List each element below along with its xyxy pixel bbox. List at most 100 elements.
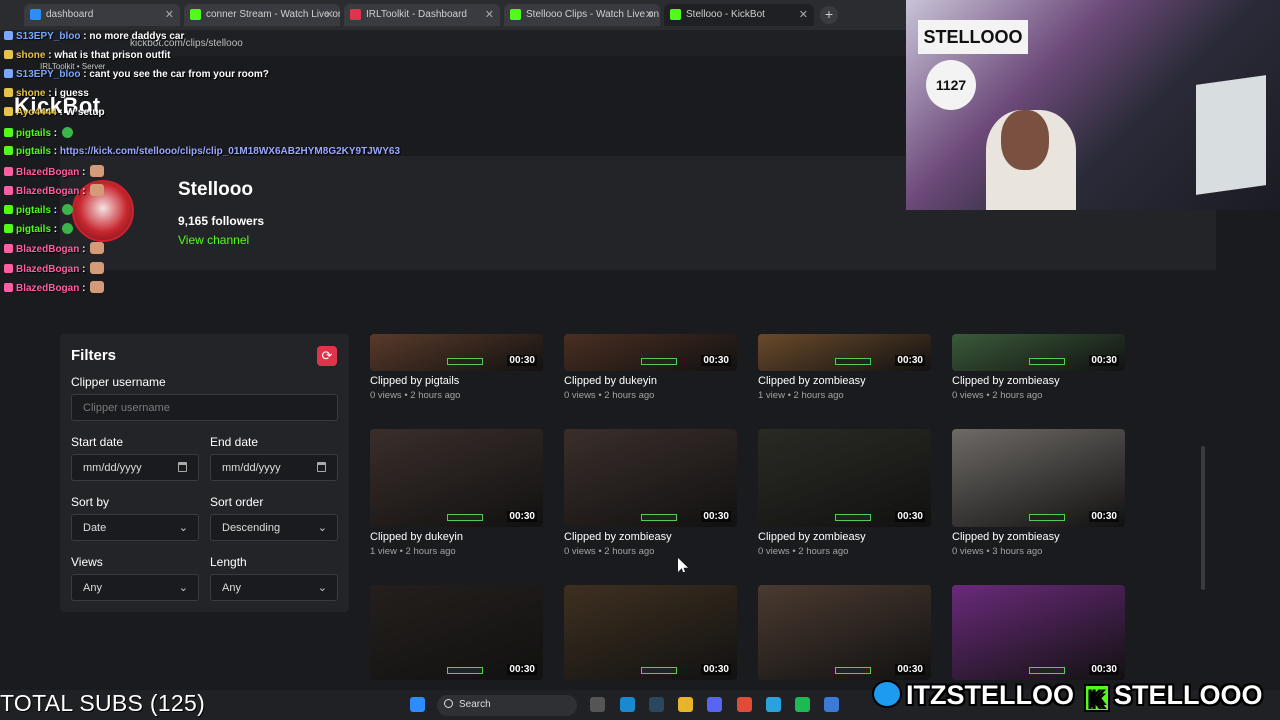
edge-icon[interactable] (620, 697, 635, 712)
scrollbar[interactable] (1201, 446, 1205, 590)
user-badge-icon (4, 146, 13, 155)
clip-title[interactable]: Clipped by dukeyin (564, 375, 657, 387)
webcam-feed: STELLOOO 1127 (906, 0, 1280, 210)
clip-title[interactable]: Clipped by zombieasy (952, 531, 1060, 543)
watermark-icon (447, 667, 483, 674)
browser-tab-2[interactable]: IRLToolkit - Dashboard ✕ (344, 4, 500, 26)
clip-title[interactable]: Clipped by zombieasy (564, 531, 672, 543)
watermark-icon (641, 667, 677, 674)
telegram-icon[interactable] (766, 697, 781, 712)
tab-favicon (350, 9, 361, 20)
clip-thumbnail[interactable]: 00:30 (370, 585, 543, 680)
browser-tab-1[interactable]: conner Stream - Watch Live on ✕ (184, 4, 340, 26)
twitter-handle: ITZSTELLOO (906, 680, 1074, 710)
clip-thumbnail[interactable]: 00:30 (370, 429, 543, 527)
reset-filters-button[interactable]: ⟳ (317, 346, 337, 366)
sort-order-select[interactable]: Descending ⌄ (210, 514, 338, 541)
clip-thumbnail[interactable]: 00:30 (564, 585, 737, 680)
clip-duration: 00:30 (1089, 355, 1119, 366)
discord-icon[interactable] (707, 697, 722, 712)
start-date-label: Start date (71, 435, 124, 449)
clip-thumbnail[interactable]: 00:30 (758, 585, 931, 680)
views-select[interactable]: Any ⌄ (71, 574, 199, 601)
user-badge-icon (4, 128, 13, 137)
calendar-icon[interactable] (317, 462, 326, 472)
chevron-down-icon: ⌄ (178, 522, 188, 534)
clip-duration: 00:30 (701, 511, 731, 522)
view-channel-link[interactable]: View channel (178, 233, 249, 247)
new-tab-button[interactable]: + (820, 6, 838, 24)
taskbar-search[interactable]: Search (437, 695, 577, 716)
kick-handle: STELLOOO (1114, 680, 1263, 710)
chat-message: S13EPY_bloo : no more daddys car (4, 31, 184, 42)
chat-message: BlazedBogan : (4, 165, 105, 178)
channel-name: Stellooo (178, 179, 253, 200)
clip-thumbnail[interactable]: 00:30 (564, 334, 737, 371)
emote-icon (90, 281, 105, 293)
follower-count: 9,165 followers (178, 214, 265, 228)
clip-duration: 00:30 (895, 664, 925, 675)
chat-username: pigtails (16, 128, 52, 139)
webcam-monitor (1196, 75, 1266, 195)
emote-icon (90, 242, 105, 254)
windows-start-icon[interactable] (410, 697, 425, 712)
chat-username: BlazedBogan (16, 167, 80, 178)
clip-thumbnail[interactable]: 00:30 (564, 429, 737, 527)
close-icon[interactable]: ✕ (799, 8, 808, 21)
clip-thumbnail[interactable]: 00:30 (370, 334, 543, 371)
settings-icon[interactable] (590, 697, 605, 712)
chat-username: pigtails (16, 224, 52, 235)
calendar-icon[interactable] (178, 462, 187, 472)
user-badge-icon (4, 69, 13, 78)
clip-title[interactable]: Clipped by zombieasy (952, 375, 1060, 387)
chrome-icon[interactable] (737, 697, 752, 712)
folder-icon[interactable] (678, 697, 693, 712)
clip-thumbnail[interactable]: 00:30 (758, 429, 931, 527)
close-icon[interactable]: ✕ (325, 8, 334, 21)
clip-title[interactable]: Clipped by pigtails (370, 375, 459, 387)
close-icon[interactable]: ✕ (165, 8, 174, 21)
watermark-icon (447, 514, 483, 521)
clip-thumbnail[interactable]: 00:30 (952, 334, 1125, 371)
clip-duration: 00:30 (701, 664, 731, 675)
chat-username: BlazedBogan (16, 244, 80, 255)
clip-thumbnail[interactable]: 00:30 (952, 429, 1125, 527)
chat-text[interactable]: https://kick.com/stellooo/clips/clip_01M… (60, 146, 400, 157)
clip-duration: 00:30 (1089, 511, 1119, 522)
start-date-input[interactable]: mm/dd/yyyy (71, 454, 199, 481)
browser-tab-4[interactable]: Stellooo - KickBot ✕ (664, 4, 814, 26)
clipper-username-input[interactable]: Clipper username (71, 394, 338, 421)
length-select[interactable]: Any ⌄ (210, 574, 338, 601)
close-icon[interactable]: ✕ (485, 8, 494, 21)
chat-username: pigtails (16, 205, 52, 216)
browser-tab-3[interactable]: Stellooo Clips - Watch Live on ✕ (504, 4, 660, 26)
chat-text: cant you see the car from your room? (89, 69, 269, 80)
webcam-poster: STELLOOO (918, 20, 1028, 54)
close-icon[interactable]: ✕ (645, 8, 654, 21)
emote-icon (90, 165, 105, 177)
browser-tab-0[interactable]: dashboard ✕ (24, 4, 180, 26)
spotify-icon[interactable] (795, 697, 810, 712)
clip-title[interactable]: Clipped by zombieasy (758, 531, 866, 543)
chat-username: pigtails (16, 146, 52, 157)
twitter-icon (872, 680, 902, 708)
clip-title[interactable]: Clipped by zombieasy (758, 375, 866, 387)
webcam-sticker: 1127 (926, 60, 976, 110)
end-date-input[interactable]: mm/dd/yyyy (210, 454, 338, 481)
user-badge-icon (4, 224, 13, 233)
app-icon[interactable] (824, 697, 839, 712)
chevron-down-icon: ⌄ (317, 582, 327, 594)
emote-icon (61, 204, 73, 215)
steam-icon[interactable] (649, 697, 664, 712)
length-label: Length (210, 555, 247, 569)
tab-label: Stellooo - KickBot (686, 9, 765, 20)
clip-title[interactable]: Clipped by dukeyin (370, 531, 463, 543)
tab-favicon (30, 9, 41, 20)
sort-by-select[interactable]: Date ⌄ (71, 514, 199, 541)
clip-meta: 0 views • 2 hours ago (758, 546, 849, 557)
views-label: Views (71, 555, 103, 569)
clip-thumbnail[interactable]: 00:30 (758, 334, 931, 371)
clip-thumbnail[interactable]: 00:30 (952, 585, 1125, 680)
watermark-icon (1029, 514, 1065, 521)
clip-duration: 00:30 (701, 355, 731, 366)
